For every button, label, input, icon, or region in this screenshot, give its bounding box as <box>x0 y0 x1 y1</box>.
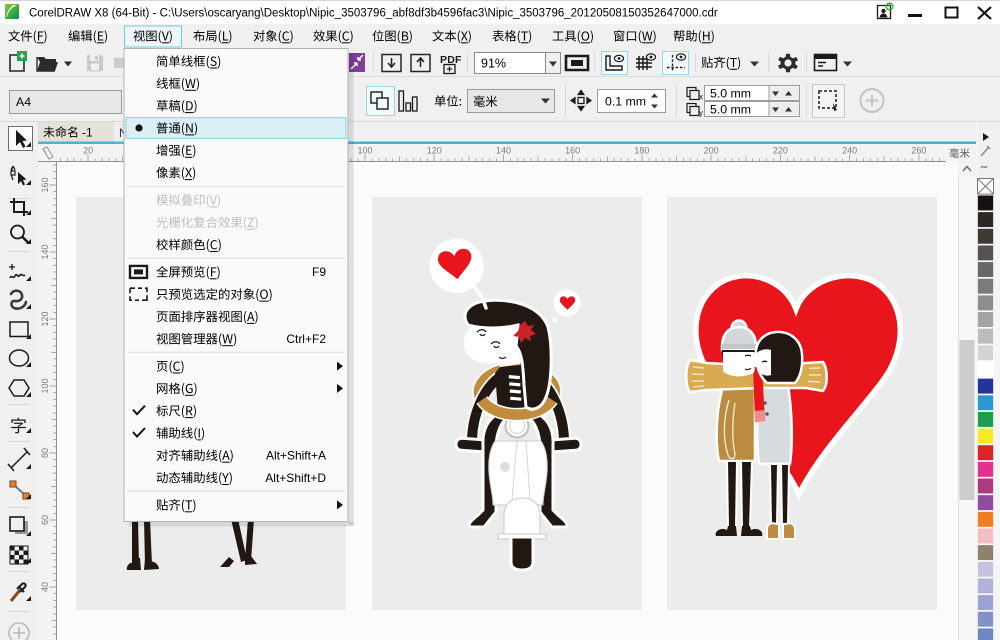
svg-text:200: 200 <box>704 146 719 156</box>
svg-text:Alt+Shift+A: Alt+Shift+A <box>266 449 326 463</box>
svg-text:120: 120 <box>427 146 442 156</box>
svg-text:160: 160 <box>565 146 580 156</box>
svg-text:5.0 mm: 5.0 mm <box>710 103 751 117</box>
svg-text:-1: -1 <box>82 126 93 140</box>
svg-text:A4: A4 <box>16 95 31 109</box>
svg-text:100: 100 <box>357 146 372 156</box>
svg-text:5.0 mm: 5.0 mm <box>710 87 751 101</box>
svg-text:CorelDRAW X8 (64-Bit) - C:\Use: CorelDRAW X8 (64-Bit) - C:\Users\oscarya… <box>29 8 718 20</box>
svg-text:91%: 91% <box>481 57 506 71</box>
svg-text:100: 100 <box>40 378 50 393</box>
svg-text:140: 140 <box>40 244 50 259</box>
svg-text:Ctrl+F2: Ctrl+F2 <box>286 332 326 346</box>
svg-text:y: y <box>699 109 703 118</box>
svg-text:140: 140 <box>496 146 511 156</box>
svg-text:120: 120 <box>40 311 50 326</box>
svg-text:240: 240 <box>842 146 857 156</box>
svg-text:180: 180 <box>634 146 649 156</box>
svg-text:20: 20 <box>83 146 93 156</box>
svg-text:0.1 mm: 0.1 mm <box>605 95 646 109</box>
svg-text:260: 260 <box>911 146 926 156</box>
svg-text:60: 60 <box>40 515 50 525</box>
svg-text:x: x <box>699 93 703 102</box>
svg-text:220: 220 <box>773 146 788 156</box>
svg-text:160: 160 <box>40 177 50 192</box>
svg-text:40: 40 <box>40 582 50 592</box>
svg-text:F9: F9 <box>312 265 326 279</box>
svg-text:80: 80 <box>40 448 50 458</box>
svg-text:Alt+Shift+D: Alt+Shift+D <box>265 471 326 485</box>
